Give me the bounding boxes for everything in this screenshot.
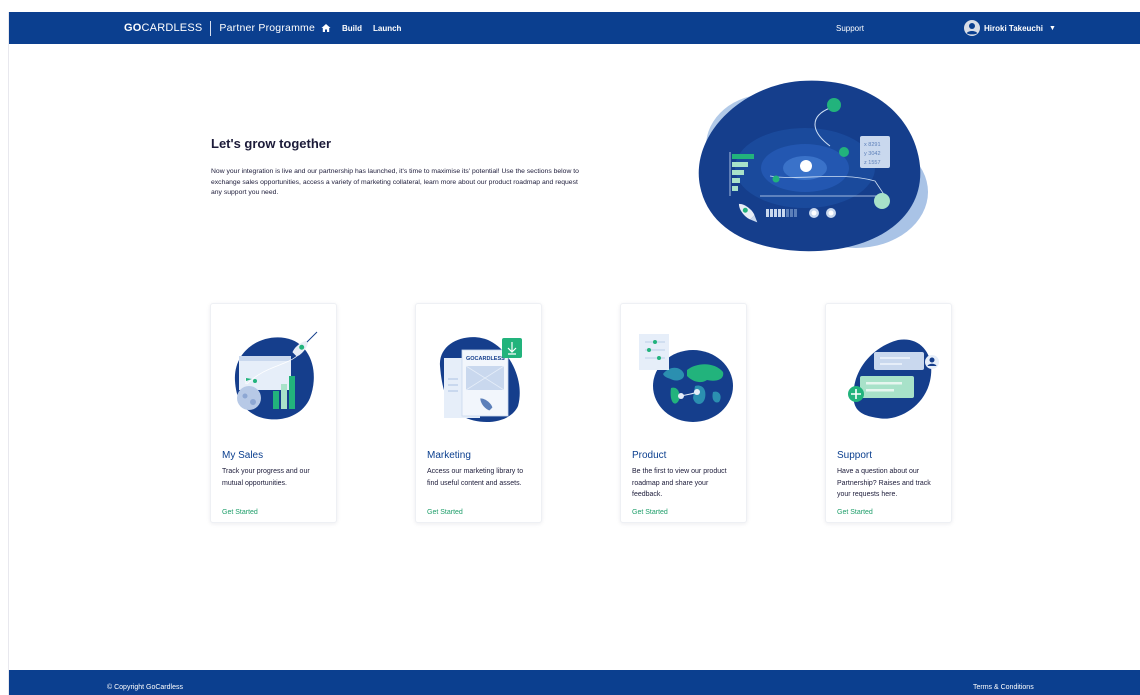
support-illustration xyxy=(848,339,939,419)
product-illustration xyxy=(639,334,733,422)
hero-title: Let's grow together xyxy=(211,136,332,151)
footer: © Copyright GoCardless Terms & Condition… xyxy=(9,670,1140,695)
marketing-art-logo: GOCARDLESS xyxy=(466,356,505,362)
card-marketing[interactable]: GOCARDLESS Marketing Access our marketin… xyxy=(415,303,542,523)
hero-illustration: x 8291 y 3042 z 1557 xyxy=(698,80,928,252)
card-title: Product xyxy=(632,450,667,461)
brand-divider xyxy=(210,20,212,36)
terms-link[interactable]: Terms & Conditions xyxy=(973,684,1034,691)
brand[interactable]: GO CARDLESS Partner Programme xyxy=(124,12,315,44)
top-navigation-bar: GO CARDLESS Partner Programme Build Launc… xyxy=(9,12,1140,44)
get-started-link[interactable]: Get Started xyxy=(632,509,668,516)
card-my-sales[interactable]: My Sales Track your progress and our mut… xyxy=(210,303,337,523)
nav-build[interactable]: Build xyxy=(342,24,362,33)
card-description: Access our marketing library to find use… xyxy=(427,468,524,487)
card-title: Marketing xyxy=(427,450,471,461)
card-title: My Sales xyxy=(222,450,264,461)
card-description: Be the first to view our product roadmap… xyxy=(632,468,727,498)
hero-art-z-value: z 1557 xyxy=(864,160,881,166)
home-icon[interactable] xyxy=(321,23,331,33)
hero-description: Now your integration is live and our par… xyxy=(211,168,579,196)
user-avatar-icon xyxy=(964,20,980,36)
user-menu[interactable]: Hiroki Takeuchi ▼ xyxy=(964,12,1056,44)
footer-copyright: © Copyright GoCardless xyxy=(107,684,183,691)
hero-art-y-value: y 3042 xyxy=(864,151,881,157)
card-description: Have a question about our Partnership? R… xyxy=(837,468,931,498)
page: GO CARDLESS Partner Programme Build Launc… xyxy=(0,0,1140,695)
caret-down-icon: ▼ xyxy=(1048,24,1056,32)
nav-launch[interactable]: Launch xyxy=(373,24,401,33)
main-nav: Build Launch xyxy=(321,12,401,44)
card-product[interactable]: Product Be the first to view our product… xyxy=(620,303,747,523)
page-border xyxy=(8,12,9,695)
brand-logo-go: GO xyxy=(124,22,142,34)
brand-programme: Partner Programme xyxy=(219,22,316,34)
get-started-link[interactable]: Get Started xyxy=(837,509,873,516)
card-description: Track your progress and our mutual oppor… xyxy=(222,468,310,487)
get-started-link[interactable]: Get Started xyxy=(222,509,258,516)
get-started-link[interactable]: Get Started xyxy=(427,509,463,516)
sales-illustration xyxy=(234,331,318,420)
card-title: Support xyxy=(837,450,873,461)
card-support[interactable]: Support Have a question about our Partne… xyxy=(825,303,952,523)
brand-logo-cardless: CARDLESS xyxy=(141,22,203,34)
hero-art-x-value: x 8291 xyxy=(864,142,881,148)
user-name: Hiroki Takeuchi xyxy=(984,23,1043,33)
nav-support[interactable]: Support xyxy=(836,12,864,44)
marketing-illustration: GOCARDLESS xyxy=(439,337,522,422)
